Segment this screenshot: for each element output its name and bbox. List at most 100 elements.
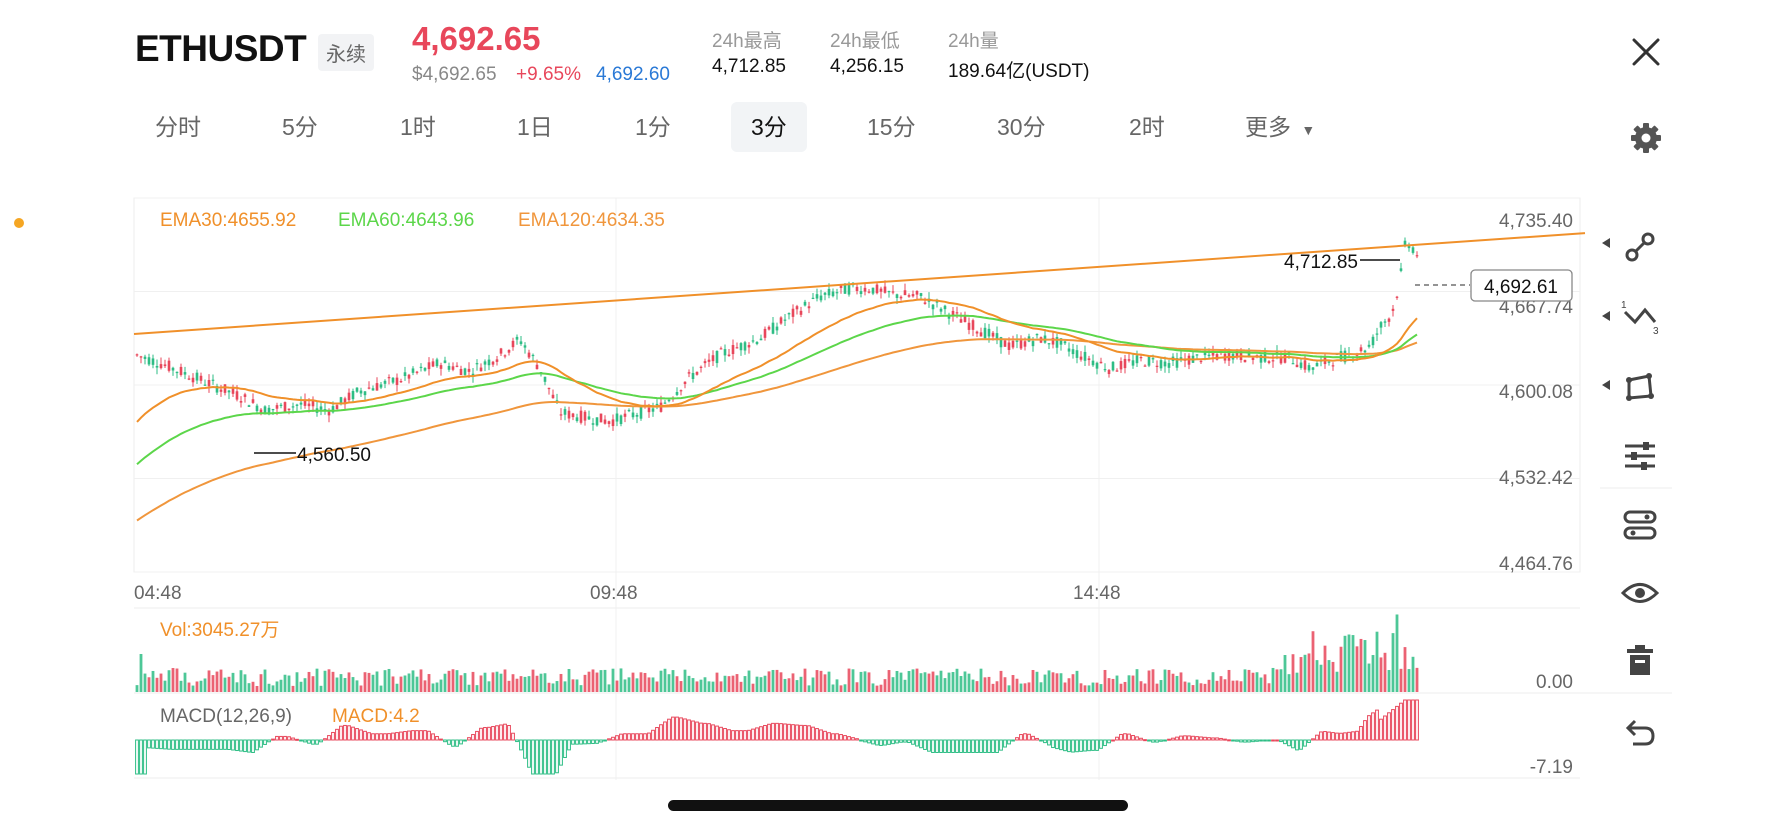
candle-body	[695, 371, 699, 375]
volume-bar	[903, 679, 907, 692]
indicator-settings-button[interactable]	[1615, 430, 1665, 480]
volume-bar	[1195, 679, 1199, 692]
volume-bar	[419, 669, 423, 692]
candle-body	[875, 284, 879, 294]
volume-bar	[547, 682, 551, 692]
volume-bar	[1135, 669, 1139, 692]
volume-bar	[1159, 680, 1163, 692]
volume-bar	[1039, 682, 1043, 692]
volume-bar	[451, 669, 455, 692]
volume-bar	[887, 670, 891, 692]
candle-body	[367, 387, 371, 389]
delete-drawings-button[interactable]	[1615, 636, 1665, 686]
macd-bar	[1287, 739, 1291, 747]
low-price-label: 4,560.50	[297, 445, 371, 466]
candle-body	[163, 364, 167, 367]
candle-body	[687, 372, 691, 374]
volume-bar	[799, 676, 803, 692]
volume-bar	[559, 673, 563, 692]
volume-bar	[847, 668, 851, 692]
volume-bar	[707, 681, 711, 692]
candle-body	[203, 384, 207, 386]
candle-body	[395, 377, 399, 385]
volume-bar	[775, 669, 779, 692]
volume-bar	[1127, 675, 1131, 692]
expand-arrow-icon[interactable]	[1602, 380, 1610, 390]
macd-bar	[1327, 731, 1331, 741]
volume-bar	[1131, 675, 1135, 692]
candle-body	[911, 294, 915, 297]
candle-body	[847, 285, 851, 295]
candle-body	[399, 381, 403, 383]
shape-tool-button[interactable]	[1615, 362, 1665, 412]
volume-bar	[919, 673, 923, 692]
candle-body	[627, 409, 631, 412]
macd-bar	[479, 727, 483, 741]
candle-body	[887, 291, 891, 293]
candle-body	[423, 367, 427, 371]
price-chart[interactable]: EMA30:4655.92 EMA60:4643.96 EMA120:4634.…	[0, 0, 1792, 828]
ema60-line	[136, 314, 1418, 466]
macd-bar	[495, 725, 499, 741]
macd-bar	[695, 721, 699, 741]
candle-body	[963, 316, 967, 323]
volume-bar	[311, 676, 315, 692]
trendline-icon	[1625, 232, 1655, 262]
candle-body	[1387, 318, 1391, 322]
candle-body	[559, 414, 563, 416]
expand-arrow-icon[interactable]	[1602, 311, 1610, 321]
chart-grid	[133, 197, 1672, 780]
volume-bar	[339, 674, 343, 692]
candle-body	[899, 296, 903, 299]
volume-bar	[795, 680, 799, 692]
macd-bar	[1407, 699, 1411, 741]
candle-body	[175, 371, 179, 374]
candle-body	[287, 408, 291, 411]
svg-text:3: 3	[1653, 326, 1659, 337]
candle-body	[1399, 268, 1403, 271]
candle-body	[455, 365, 459, 367]
candle-body	[863, 287, 867, 292]
candle-body	[663, 402, 667, 404]
y-tick-label: 4,735.40	[1499, 211, 1573, 232]
macd-bar	[1171, 737, 1175, 741]
volume-bar	[527, 676, 531, 692]
macd-value-legend: MACD:4.2	[332, 706, 420, 727]
undo-button[interactable]	[1615, 706, 1665, 756]
candle-body	[971, 320, 975, 330]
volume-bar	[699, 679, 703, 692]
macd-bar	[903, 739, 907, 743]
volume-bar	[1071, 674, 1075, 692]
volume-bar	[875, 685, 879, 692]
trendline-tool-button[interactable]	[1615, 222, 1665, 272]
volume-bar	[1099, 684, 1103, 692]
expand-arrow-icon[interactable]	[1602, 238, 1610, 248]
macd-bar	[1339, 732, 1343, 741]
volume-bar	[443, 673, 447, 692]
candle-body	[1019, 340, 1023, 349]
candle-body	[1047, 343, 1051, 345]
macd-bar	[1071, 739, 1075, 753]
candle-body	[619, 415, 623, 425]
volume-bar	[807, 685, 811, 692]
volume-bar	[1351, 635, 1355, 692]
volume-bar	[851, 669, 855, 692]
macd-bar	[463, 739, 467, 742]
multi-line-tool-button[interactable]: 1 3	[1615, 292, 1665, 342]
macd-bar	[1059, 739, 1063, 751]
macd-bar	[1247, 739, 1251, 743]
high-price-label: 4,712.85	[1284, 252, 1358, 273]
visibility-button[interactable]	[1615, 568, 1665, 618]
volume-bar	[855, 682, 859, 692]
macd-bar	[627, 733, 631, 741]
macd-bar	[1263, 739, 1267, 742]
volume-bar	[723, 675, 727, 692]
candle-body	[579, 410, 583, 423]
volume-bar	[247, 683, 251, 692]
macd-bar	[803, 724, 807, 741]
template-button[interactable]	[1615, 500, 1665, 550]
volume-bar	[179, 680, 183, 692]
macd-bar	[395, 732, 399, 741]
macd-bar	[307, 739, 311, 744]
macd-bar	[559, 739, 563, 766]
